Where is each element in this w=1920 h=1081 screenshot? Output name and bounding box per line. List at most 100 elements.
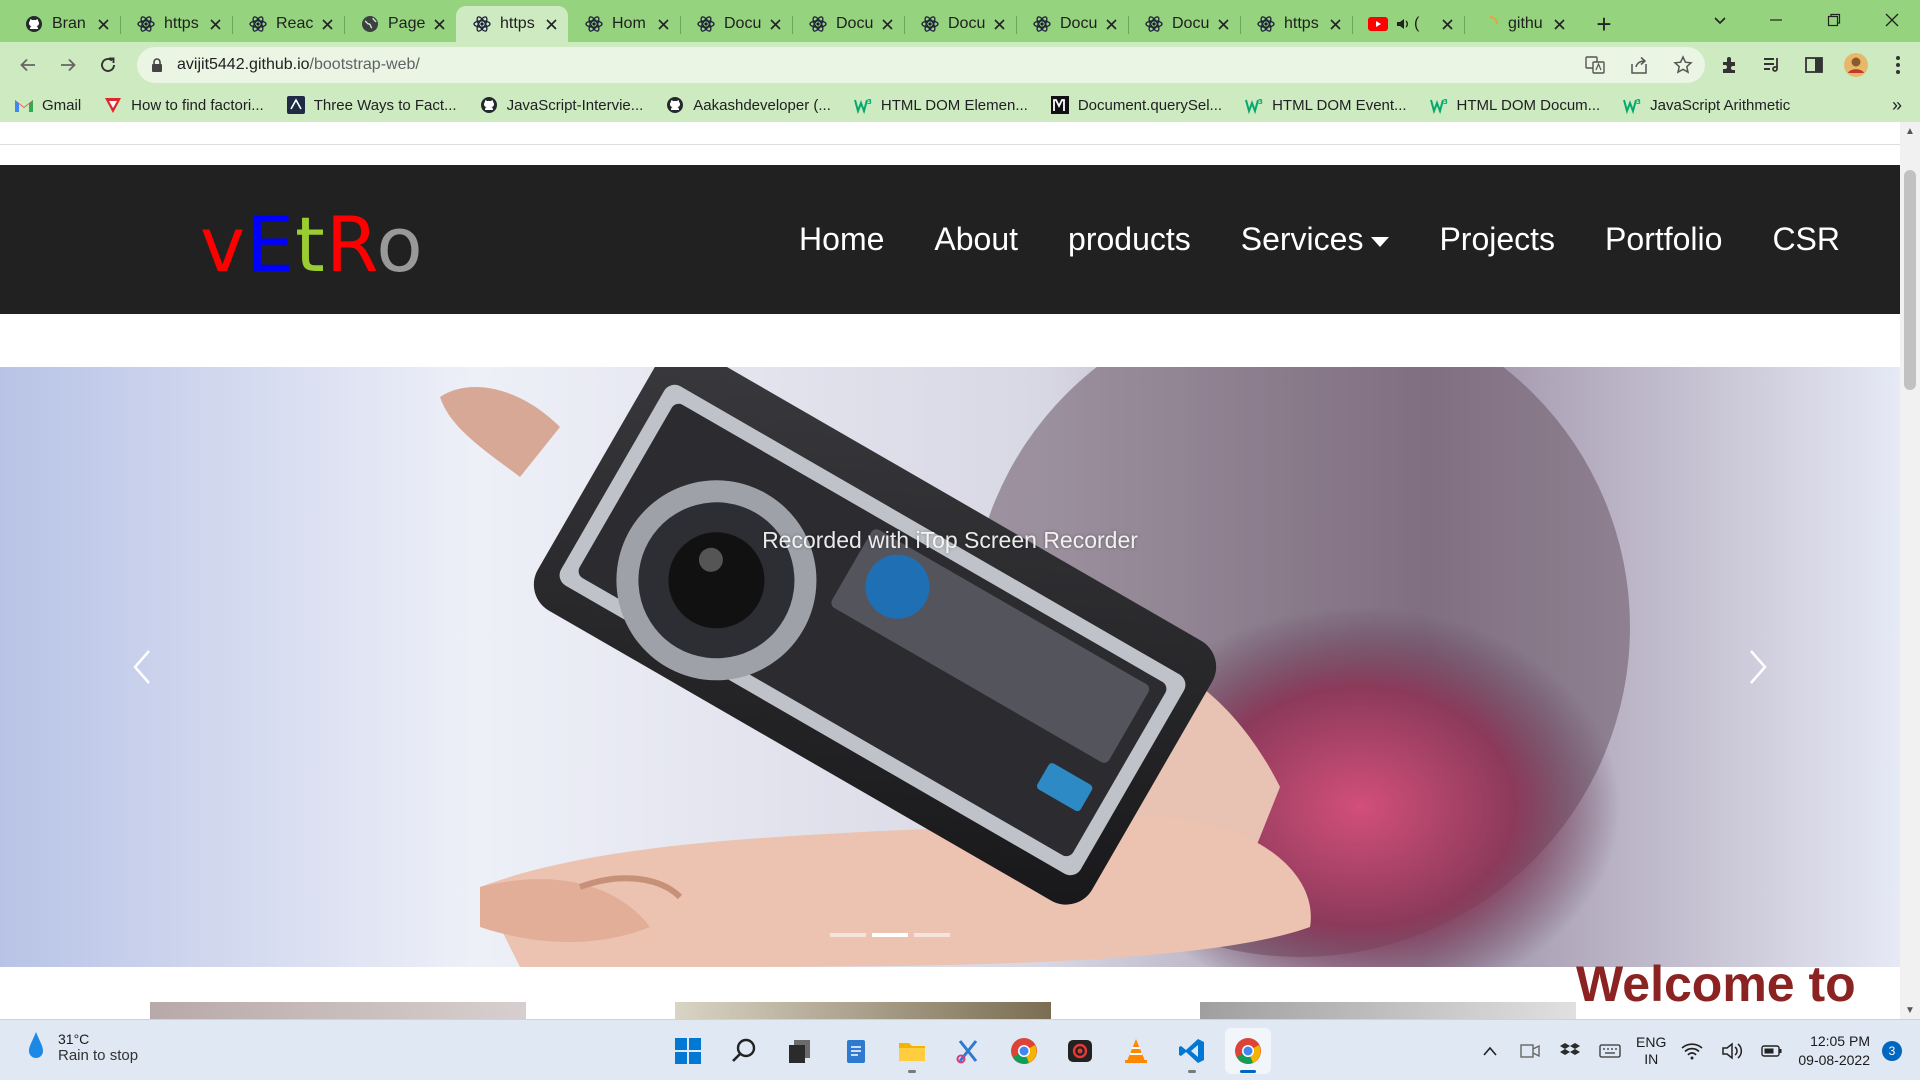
tab-close-icon[interactable] bbox=[1550, 15, 1568, 33]
address-bar[interactable]: avijit5442.github.io/bootstrap-web/ bbox=[137, 47, 1705, 83]
browser-tab[interactable]: Docu bbox=[1128, 6, 1240, 42]
nav-link-csr[interactable]: CSR bbox=[1772, 221, 1840, 258]
browser-tab[interactable]: https bbox=[1240, 6, 1352, 42]
bookmark-item[interactable]: 3 HTML DOM Docum... bbox=[1429, 95, 1600, 115]
nav-link-products[interactable]: products bbox=[1068, 221, 1191, 258]
reading-list-icon[interactable] bbox=[1758, 51, 1786, 79]
browser-tab[interactable]: Docu bbox=[904, 6, 1016, 42]
tab-close-icon[interactable] bbox=[990, 15, 1008, 33]
browser-tab[interactable]: Docu bbox=[792, 6, 904, 42]
card-image[interactable] bbox=[675, 1002, 1051, 1019]
profile-avatar[interactable] bbox=[1842, 51, 1870, 79]
tab-close-icon[interactable] bbox=[430, 15, 448, 33]
extensions-icon[interactable] bbox=[1716, 51, 1744, 79]
browser-tab[interactable]: Page bbox=[344, 6, 456, 42]
translate-icon[interactable] bbox=[1581, 51, 1609, 79]
card-image[interactable] bbox=[150, 1002, 526, 1019]
bookmarks-overflow-button[interactable]: » bbox=[1892, 95, 1902, 116]
bookmark-item[interactable]: How to find factori... bbox=[103, 95, 264, 115]
vscode-icon[interactable] bbox=[1169, 1028, 1215, 1074]
vlc-icon[interactable] bbox=[1113, 1028, 1159, 1074]
tab-close-icon[interactable] bbox=[542, 15, 560, 33]
close-window-icon[interactable] bbox=[1864, 0, 1920, 40]
tab-close-icon[interactable] bbox=[1214, 15, 1232, 33]
lock-icon[interactable] bbox=[137, 57, 177, 73]
browser-tab[interactable]: Hom bbox=[568, 6, 680, 42]
dropbox-icon[interactable] bbox=[1556, 1037, 1584, 1065]
chevron-up-icon[interactable] bbox=[1476, 1037, 1504, 1065]
browser-tab[interactable]: Docu bbox=[1016, 6, 1128, 42]
browser-tab[interactable]: Docu bbox=[680, 6, 792, 42]
page-scrollbar[interactable]: ▲ ▼ bbox=[1900, 122, 1920, 1019]
start-icon[interactable] bbox=[665, 1028, 711, 1074]
side-panel-icon[interactable] bbox=[1800, 51, 1828, 79]
clock[interactable]: 12:05 PM 09-08-2022 bbox=[1798, 1032, 1870, 1070]
chrome-icon[interactable] bbox=[1001, 1028, 1047, 1074]
file-explorer-icon[interactable] bbox=[889, 1028, 935, 1074]
reload-icon[interactable] bbox=[88, 45, 128, 85]
site-logo[interactable]: vEtRo bbox=[200, 207, 424, 283]
notepad-icon[interactable] bbox=[833, 1028, 879, 1074]
scroll-down-icon[interactable]: ▼ bbox=[1900, 1001, 1920, 1019]
screen-recorder-icon[interactable] bbox=[1057, 1028, 1103, 1074]
nav-link-services[interactable]: Services bbox=[1241, 221, 1390, 258]
chrome-active-icon[interactable] bbox=[1225, 1028, 1271, 1074]
back-icon[interactable] bbox=[8, 45, 48, 85]
tab-close-icon[interactable] bbox=[318, 15, 336, 33]
menu-icon[interactable] bbox=[1884, 51, 1912, 79]
browser-tab[interactable]: githu bbox=[1464, 6, 1576, 42]
browser-tab[interactable]: ( bbox=[1352, 6, 1464, 42]
input-language[interactable]: ENG IN bbox=[1636, 1034, 1666, 1068]
carousel-next-icon[interactable] bbox=[1738, 637, 1778, 697]
meet-now-icon[interactable] bbox=[1516, 1037, 1544, 1065]
tab-close-icon[interactable] bbox=[1438, 15, 1456, 33]
carousel-indicator[interactable] bbox=[872, 933, 908, 937]
bookmark-item[interactable]: JavaScript-Intervie... bbox=[479, 95, 643, 115]
nav-link-home[interactable]: Home bbox=[799, 221, 884, 258]
notification-badge[interactable]: 3 bbox=[1882, 1040, 1902, 1061]
tab-close-icon[interactable] bbox=[1102, 15, 1120, 33]
scroll-up-icon[interactable]: ▲ bbox=[1900, 122, 1920, 140]
nav-link-about[interactable]: About bbox=[934, 221, 1018, 258]
battery-icon[interactable] bbox=[1758, 1037, 1786, 1065]
share-icon[interactable] bbox=[1625, 51, 1653, 79]
task-view-icon[interactable] bbox=[777, 1028, 823, 1074]
restore-icon[interactable] bbox=[1806, 0, 1862, 40]
snipping-tool-icon[interactable] bbox=[945, 1028, 991, 1074]
wifi-icon[interactable] bbox=[1678, 1037, 1706, 1065]
search-icon[interactable] bbox=[721, 1028, 767, 1074]
browser-tab[interactable]: Bran bbox=[8, 6, 120, 42]
weather-widget[interactable]: 31°C Rain to stop bbox=[26, 1030, 138, 1064]
keyboard-icon[interactable] bbox=[1596, 1037, 1624, 1065]
tab-close-icon[interactable] bbox=[94, 15, 112, 33]
browser-tab[interactable]: https bbox=[120, 6, 232, 42]
speaker-icon[interactable] bbox=[1396, 17, 1410, 31]
scroll-thumb[interactable] bbox=[1904, 170, 1916, 390]
minimize-icon[interactable] bbox=[1748, 0, 1804, 40]
bookmark-item[interactable]: Document.querySel... bbox=[1050, 95, 1222, 115]
tab-close-icon[interactable] bbox=[654, 15, 672, 33]
bookmark-item[interactable]: Three Ways to Fact... bbox=[286, 95, 457, 115]
carousel-indicator[interactable] bbox=[914, 933, 950, 937]
nav-link-projects[interactable]: Projects bbox=[1439, 221, 1555, 258]
new-tab-button[interactable]: + bbox=[1582, 6, 1626, 42]
volume-icon[interactable] bbox=[1718, 1037, 1746, 1065]
tab-close-icon[interactable] bbox=[878, 15, 896, 33]
bookmark-item[interactable]: Gmail bbox=[14, 95, 81, 115]
browser-tab[interactable]: Reac bbox=[232, 6, 344, 42]
bookmark-item[interactable]: 3 JavaScript Arithmetic bbox=[1622, 95, 1790, 115]
bookmark-item[interactable]: 3 HTML DOM Elemen... bbox=[853, 95, 1028, 115]
tab-search-icon[interactable] bbox=[1692, 0, 1748, 40]
forward-icon[interactable] bbox=[48, 45, 88, 85]
tab-close-icon[interactable] bbox=[1326, 15, 1344, 33]
tab-close-icon[interactable] bbox=[206, 15, 224, 33]
carousel-indicator[interactable] bbox=[830, 933, 866, 937]
carousel-prev-icon[interactable] bbox=[122, 637, 162, 697]
bookmark-star-icon[interactable] bbox=[1669, 51, 1697, 79]
bookmark-item[interactable]: 3 HTML DOM Event... bbox=[1244, 95, 1407, 115]
nav-link-portfolio[interactable]: Portfolio bbox=[1605, 221, 1722, 258]
tab-close-icon[interactable] bbox=[766, 15, 784, 33]
card-image[interactable] bbox=[1200, 1002, 1576, 1019]
browser-tab[interactable]: https bbox=[456, 6, 568, 42]
bookmark-item[interactable]: Aakashdeveloper (... bbox=[665, 95, 831, 115]
